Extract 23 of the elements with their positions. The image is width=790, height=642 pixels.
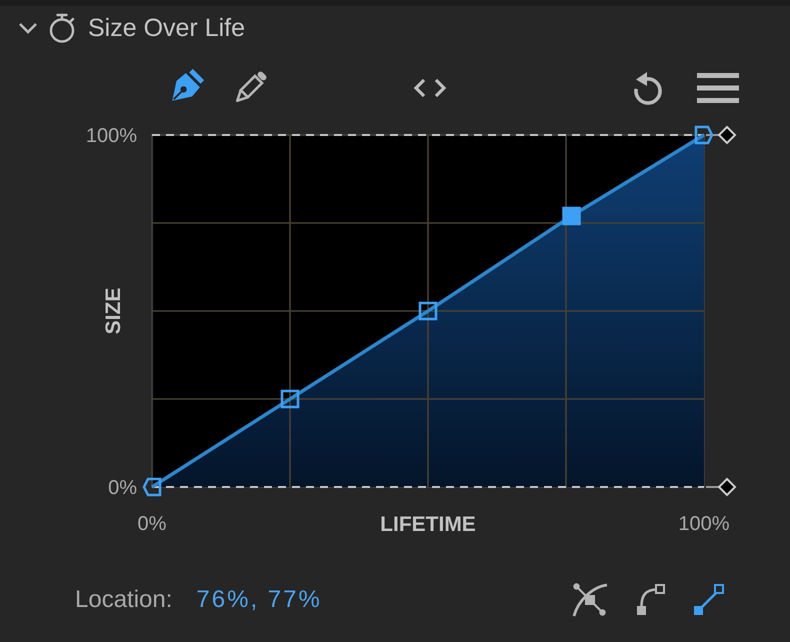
keyframe-end-handle[interactable]: [142, 478, 162, 496]
keyframe-end-handle[interactable]: [694, 126, 714, 144]
y-tick-label: 100%: [86, 125, 137, 147]
chevron-icon[interactable]: [18, 22, 38, 34]
keyframe-point[interactable]: [418, 302, 438, 320]
keyframe-point[interactable]: [280, 390, 300, 408]
location-label: Location:: [75, 586, 172, 614]
menu-icon[interactable]: [697, 73, 739, 103]
x-tick-label: 0%: [138, 513, 166, 535]
bezier-icon[interactable]: [572, 583, 608, 617]
y-axis-title: SIZE: [102, 288, 125, 334]
x-tick-label: 100%: [678, 513, 730, 535]
ease-curve-icon[interactable]: [636, 584, 666, 616]
angle-brackets-icon[interactable]: [412, 77, 448, 99]
section-title: Size Over Life: [88, 14, 246, 42]
y-tick-label: 0%: [108, 477, 137, 499]
linear-icon[interactable]: [693, 584, 725, 616]
stopwatch-icon[interactable]: [48, 13, 76, 43]
location-value[interactable]: 76%, 77%: [196, 586, 322, 614]
diamond-handle-icon[interactable]: [706, 126, 736, 144]
diamond-handle-icon[interactable]: [706, 478, 736, 496]
keyframe-point[interactable]: [562, 206, 581, 226]
x-axis-title: LIFETIME: [380, 513, 476, 536]
